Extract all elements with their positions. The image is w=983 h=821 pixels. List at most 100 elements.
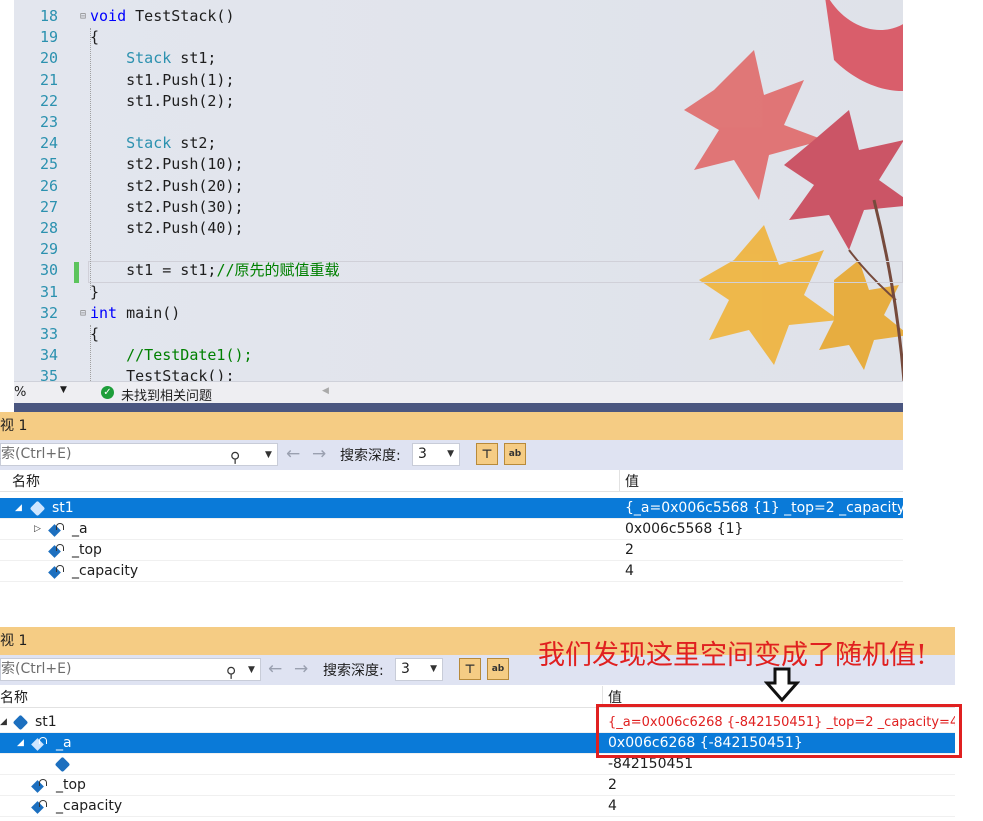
code-line[interactable]: TestStack(); bbox=[90, 366, 234, 381]
line-number: 22 bbox=[39, 91, 58, 110]
variable-value: 0x006c5568 {1} bbox=[625, 521, 744, 537]
code-line[interactable]: st2.Push(20); bbox=[90, 176, 243, 197]
line-number: 34 bbox=[39, 346, 58, 365]
filter-icon[interactable]: ⊤ bbox=[459, 658, 481, 680]
object-icon bbox=[12, 714, 29, 731]
search-icon[interactable]: ⚲ bbox=[226, 663, 236, 684]
code-line[interactable]: st2.Push(10); bbox=[90, 154, 243, 175]
variable-name: st1 bbox=[52, 500, 74, 516]
column-name-header[interactable]: 名称 bbox=[0, 686, 28, 710]
code-token: } bbox=[90, 282, 100, 301]
code-line[interactable]: st1.Push(1); bbox=[90, 70, 234, 91]
search-icon[interactable]: ⚲ bbox=[230, 448, 240, 469]
variable-name: _top bbox=[56, 777, 86, 793]
depth-select[interactable]: 3 ▼ bbox=[412, 443, 460, 466]
line-number: 23 bbox=[39, 113, 58, 131]
depth-label: 搜索深度: bbox=[340, 448, 401, 464]
code-line[interactable]: } bbox=[90, 282, 99, 303]
line-number: 18 bbox=[39, 7, 58, 25]
chevron-down-icon[interactable]: ▼ bbox=[447, 444, 454, 465]
zoom-level[interactable]: % bbox=[14, 385, 26, 400]
column-value-header[interactable]: 值 bbox=[625, 470, 639, 494]
code-line[interactable]: { bbox=[90, 324, 99, 345]
line-number: 30 bbox=[39, 261, 58, 280]
view-text-icon[interactable]: ab bbox=[487, 658, 509, 680]
code-token: TestStack() bbox=[126, 7, 235, 25]
column-resizer[interactable] bbox=[619, 470, 620, 491]
variable-value: 2 bbox=[608, 777, 617, 793]
code-token: //原先的赋值重载 bbox=[216, 261, 340, 280]
code-editor[interactable]: 18 ⊟ void TestStack() 19 {20 Stack st1; 21 st… bbox=[14, 0, 903, 381]
chevron-down-icon[interactable]: ▼ bbox=[248, 660, 255, 681]
watch-row[interactable]: _top 2 bbox=[0, 775, 955, 796]
depth-value: 3 bbox=[401, 661, 410, 677]
scroll-left-icon[interactable]: ◀ bbox=[322, 386, 329, 396]
column-name-header[interactable]: 名称 bbox=[12, 470, 40, 494]
collapse-toggle-icon[interactable]: ⊟ bbox=[80, 308, 86, 319]
code-token: Stack bbox=[126, 49, 172, 68]
code-token: st2.Push(40); bbox=[90, 219, 244, 237]
code-line[interactable]: st1 = st1;//原先的赋值重载 bbox=[90, 260, 340, 281]
collapse-toggle-icon[interactable]: ⊟ bbox=[80, 11, 86, 22]
search-input[interactable]: 索(Ctrl+E) ⚲ ▼ bbox=[0, 658, 261, 681]
watch-row[interactable]: ▷ _a 0x006c5568 {1} bbox=[0, 519, 903, 540]
watch-row[interactable]: _top 2 bbox=[0, 540, 903, 561]
code-line[interactable]: st2.Push(30); bbox=[90, 197, 243, 218]
forward-arrow-icon[interactable]: → bbox=[294, 659, 308, 679]
code-token: st2; bbox=[171, 134, 217, 153]
code-line[interactable]: void TestStack() bbox=[90, 6, 235, 27]
search-input[interactable]: 搜索(Ctrl+E) ⚲ ▼ bbox=[0, 443, 278, 466]
variable-name: _a bbox=[72, 521, 88, 537]
variable-value: 4 bbox=[625, 563, 634, 579]
variable-name: _capacity bbox=[72, 563, 139, 579]
line-number: 21 bbox=[39, 70, 58, 89]
back-arrow-icon[interactable]: ← bbox=[286, 444, 300, 464]
watch-row[interactable]: _capacity 4 bbox=[0, 796, 955, 817]
line-number: 26 bbox=[39, 176, 58, 195]
variable-name: _top bbox=[72, 542, 102, 558]
collapsed-icon[interactable]: ▷ bbox=[34, 519, 41, 540]
code-token: main() bbox=[117, 303, 181, 322]
expanded-icon[interactable]: ◢ bbox=[17, 733, 24, 754]
code-token: st1.Push(2); bbox=[90, 91, 235, 110]
code-line[interactable]: int main() bbox=[90, 303, 180, 324]
view-text-icon[interactable]: ab bbox=[504, 443, 526, 465]
depth-label: 搜索深度: bbox=[323, 663, 384, 679]
line-number: 27 bbox=[39, 197, 58, 216]
watch-toolbar: 搜索(Ctrl+E) ⚲ ▼ ← → 搜索深度: 3 ▼ ⊤ ab bbox=[0, 440, 903, 470]
watch-title-text: 视 1 bbox=[0, 418, 28, 434]
back-arrow-icon[interactable]: ← bbox=[268, 659, 282, 679]
expanded-icon[interactable]: ◢ bbox=[15, 498, 22, 519]
search-placeholder: 索(Ctrl+E) bbox=[1, 661, 72, 677]
code-line[interactable]: Stack st1; bbox=[90, 48, 216, 69]
watch-panel-1: 视 1 搜索(Ctrl+E) ⚲ ▼ ← → 搜索深度: 3 ▼ ⊤ ab 名称… bbox=[0, 412, 903, 584]
chevron-down-icon[interactable]: ▼ bbox=[60, 385, 67, 395]
variable-value: 4 bbox=[608, 798, 617, 814]
code-line[interactable]: Stack st2; bbox=[90, 133, 216, 154]
watch-row[interactable]: _capacity 4 bbox=[0, 561, 903, 582]
forward-arrow-icon[interactable]: → bbox=[312, 444, 326, 464]
code-token: int bbox=[90, 303, 118, 322]
chevron-down-icon[interactable]: ▼ bbox=[265, 445, 272, 466]
depth-select[interactable]: 3 ▼ bbox=[395, 658, 443, 681]
highlight-box bbox=[596, 704, 962, 758]
chevron-down-icon[interactable]: ▼ bbox=[430, 659, 437, 680]
down-arrow-icon bbox=[764, 667, 800, 703]
line-number: 31 bbox=[39, 282, 58, 301]
expanded-icon[interactable]: ◢ bbox=[0, 712, 7, 733]
code-line[interactable]: st1.Push(2); bbox=[90, 91, 235, 112]
field-icon bbox=[48, 544, 64, 558]
panel-divider[interactable] bbox=[14, 403, 903, 412]
code-line[interactable]: st2.Push(40); bbox=[90, 218, 244, 239]
code-token: void bbox=[90, 7, 127, 25]
issues-status[interactable]: 未找到相关问题 bbox=[121, 385, 212, 404]
variable-value: 2 bbox=[625, 542, 634, 558]
search-placeholder: 搜索(Ctrl+E) bbox=[0, 446, 72, 462]
change-indicator bbox=[74, 262, 79, 283]
watch-row[interactable]: ◢ st1 {_a=0x006c5568 {1} _top=2 _capacit… bbox=[0, 498, 903, 519]
code-line[interactable]: //TestDate1(); bbox=[90, 345, 252, 366]
filter-icon[interactable]: ⊤ bbox=[476, 443, 498, 465]
code-line[interactable]: { bbox=[90, 27, 99, 48]
object-icon bbox=[54, 756, 71, 773]
